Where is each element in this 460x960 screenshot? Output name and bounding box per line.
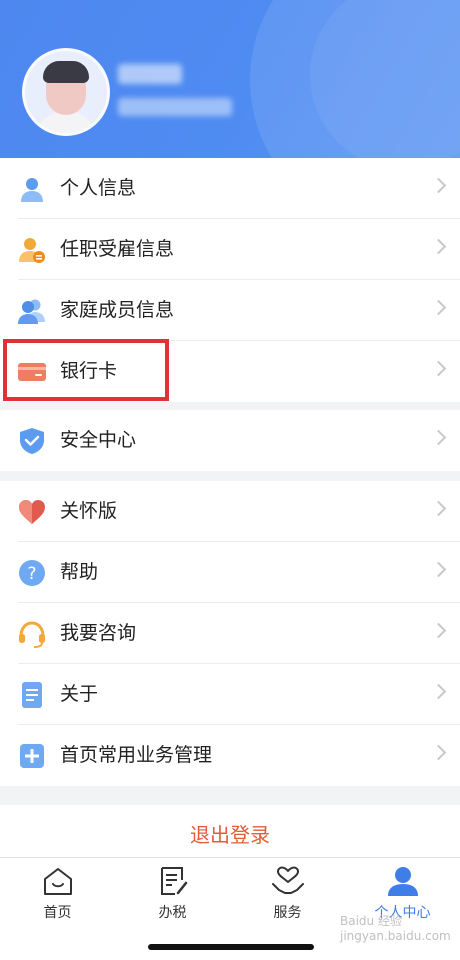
menu-item-label: 首页常用业务管理 [60,744,213,766]
tab-label: 首页 [43,905,72,921]
menu-item-personal-info[interactable]: 个人信息 [0,158,460,219]
menu-item-care-mode[interactable]: 关怀版 [0,481,460,542]
headset-icon [19,621,45,648]
menu-item-about[interactable]: 关于 [0,664,460,725]
home-indicator[interactable] [148,944,314,950]
chevron-right-icon [430,360,447,377]
plus-square-icon [20,744,44,768]
menu-item-family-info[interactable]: 家庭成员信息 [0,280,460,341]
tab-label: 办税 [158,905,187,921]
person-center-icon [387,867,418,896]
avatar[interactable] [22,48,110,136]
heart-icon [19,500,45,524]
document-icon [22,682,42,708]
menu-item-security-center[interactable]: 安全中心 [0,410,460,471]
tab-tax[interactable]: 办税 [115,866,230,922]
employment-icon [19,238,45,263]
menu-item-home-shortcut-management[interactable]: 首页常用业务管理 [0,725,460,786]
tax-edit-icon [160,867,187,895]
header-decoration-inner [310,0,460,158]
menu-item-help[interactable]: ? 帮助 [0,542,460,603]
profile-header [0,0,460,158]
menu-item-bank-card[interactable]: 银行卡 [0,341,460,402]
tab-home[interactable]: 首页 [0,866,115,922]
chevron-right-icon [430,429,447,446]
service-heart-icon [271,866,304,894]
chevron-right-icon [430,238,447,255]
bank-card-icon [18,363,46,381]
chevron-right-icon [430,561,447,578]
logout-button[interactable]: 退出登录 [0,805,460,857]
menu-item-label: 个人信息 [60,177,137,199]
menu-group-profile: 个人信息 任职受雇信息 家庭成员信息 银行卡 [0,158,460,402]
chevron-right-icon [430,744,447,761]
avatar-hair [43,61,89,83]
family-icon [18,299,45,324]
menu-item-label: 安全中心 [60,429,137,451]
chevron-right-icon [430,500,447,517]
chevron-right-icon [430,622,447,639]
chevron-right-icon [430,299,447,316]
watermark: Baidu 经验 jingyan.baidu.com [340,914,451,943]
menu-item-label: 关于 [60,683,99,705]
person-icon [21,178,43,202]
shield-icon [20,428,44,454]
menu-item-employment-info[interactable]: 任职受雇信息 [0,219,460,280]
menu-group-security: 安全中心 [0,410,460,471]
chevron-right-icon [430,683,447,700]
menu-item-label: 帮助 [60,561,99,583]
tab-label: 服务 [273,905,302,921]
help-icon: ? [19,560,45,586]
menu-item-label: 任职受雇信息 [60,238,175,260]
menu-item-label: 银行卡 [60,360,118,382]
redacted-user-name [118,64,182,84]
tab-service[interactable]: 服务 [230,866,345,922]
menu-item-label: 我要咨询 [60,622,137,644]
redacted-user-phone [118,98,232,116]
svg-text:?: ? [27,564,36,584]
menu-item-label: 家庭成员信息 [60,299,175,321]
menu-group-other: 关怀版 ? 帮助 我要咨询 关于 首页常用业务管理 [0,481,460,786]
chevron-right-icon [430,177,447,194]
menu-item-label: 关怀版 [60,500,118,522]
menu-item-consult[interactable]: 我要咨询 [0,603,460,664]
home-icon [43,868,72,895]
